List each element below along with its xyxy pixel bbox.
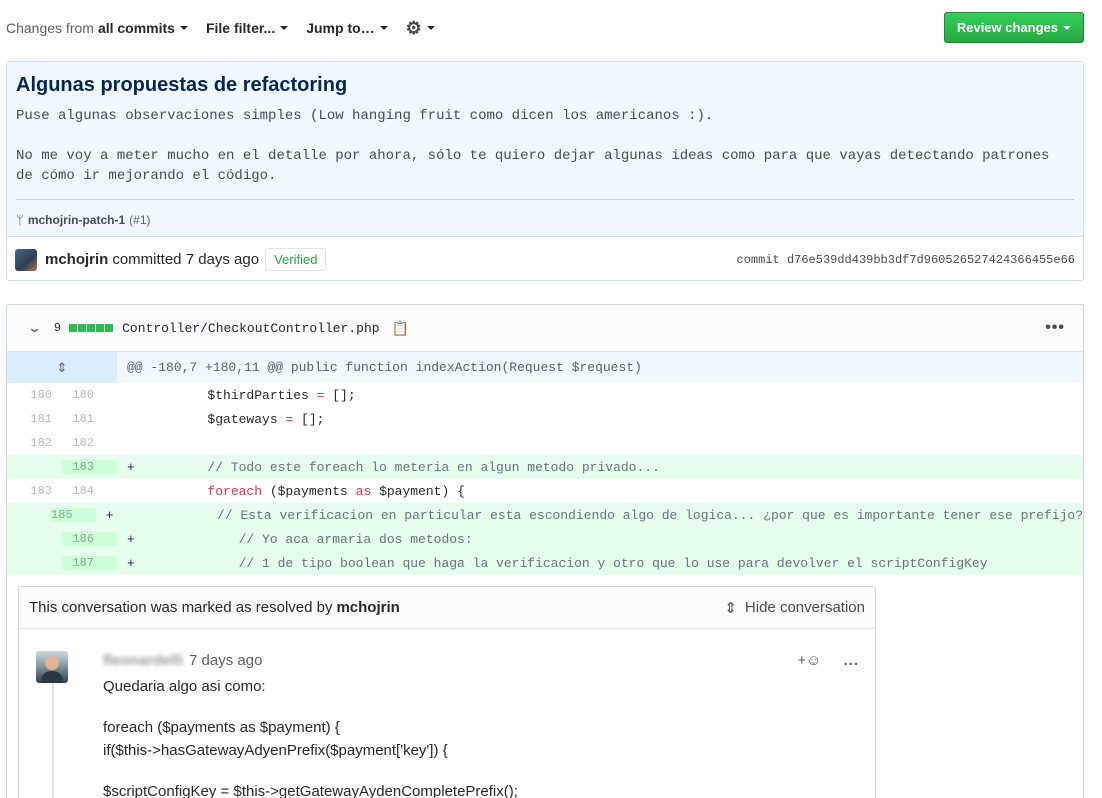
commit-meta: mchojrin committed 7 days ago Verified c…: [7, 236, 1083, 280]
diff-line: 183 + // Todo este foreach lo meteria en …: [7, 455, 1083, 479]
changes-from-value: all commits: [97, 20, 175, 36]
comment-meta: fleonardelli 7 days ago +☺ ...: [85, 649, 859, 671]
diff-line: 181 181 $gateways = [];: [7, 407, 1083, 431]
comment-paragraph: if($this->hasGatewayAdyenPrefix($payment…: [103, 742, 448, 759]
old-line-number[interactable]: 180: [7, 388, 62, 402]
unfold-icon: ⇕: [724, 599, 737, 617]
commit-header: Algunas propuestas de refactoring Puse a…: [7, 62, 1083, 236]
comment-menu-icon[interactable]: ...: [843, 652, 859, 669]
diffstat-count: 9: [53, 321, 62, 335]
comment-time-link[interactable]: 7 days ago: [189, 652, 262, 669]
conversation-header: This conversation was marked as resolved…: [19, 587, 875, 629]
review-changes-button[interactable]: Review changes: [943, 12, 1084, 43]
clipboard-icon[interactable]: 📋: [392, 320, 409, 337]
code-text: // Esta verificacion en particular esta …: [123, 507, 1083, 523]
resolved-by-user[interactable]: mchojrin: [336, 599, 399, 616]
new-line-number[interactable]: 185: [49, 508, 96, 522]
old-line-number[interactable]: 182: [7, 436, 62, 450]
diff-line: 180 180 $thirdParties = [];: [7, 383, 1083, 407]
comment-paragraph: $scriptConfigKey = $this->getGatewayAyde…: [103, 783, 518, 798]
jump-to-label: Jump to…: [306, 20, 375, 36]
new-line-number[interactable]: 183: [62, 460, 117, 474]
thread-line: [52, 681, 54, 798]
caret-down-icon: [1063, 25, 1071, 30]
diff-settings-dropdown[interactable]: ⚙: [406, 18, 435, 39]
file-path-link[interactable]: Controller/CheckoutController.php: [122, 321, 379, 336]
file-filter-dropdown[interactable]: File filter...: [205, 20, 289, 36]
hunk-header-text: @@ -180,7 +180,11 @@ public function ind…: [127, 360, 642, 375]
comment-paragraph: Quedaria algo asi como:: [103, 678, 266, 695]
resolved-text: This conversation was marked as resolved…: [29, 599, 333, 616]
code-text: // 1 de tipo boolean que haga la verific…: [145, 555, 988, 571]
caret-down-icon: [179, 26, 188, 30]
comment-paragraph: foreach ($payments as $payment) {: [103, 719, 340, 736]
commit-description-line: No me voy a meter mucho en el detalle po…: [16, 148, 1058, 184]
code-text: $thirdParties = [];: [145, 387, 356, 403]
new-line-number[interactable]: 180: [62, 388, 117, 402]
code-text: // Yo aca armaria dos metodos:: [145, 531, 473, 547]
commit-title: Algunas propuestas de refactoring: [16, 74, 348, 96]
pull-request-link[interactable]: (#1): [129, 213, 150, 227]
verified-badge[interactable]: Verified: [265, 248, 327, 271]
diff-line: 187 + // 1 de tipo boolean que haga la ve…: [7, 551, 1083, 575]
new-line-number[interactable]: 181: [62, 412, 117, 426]
avatar[interactable]: [36, 651, 68, 683]
more-options-icon[interactable]: •••: [1045, 319, 1065, 337]
new-line-number[interactable]: 186: [62, 532, 117, 546]
jump-to-dropdown[interactable]: Jump to…: [306, 20, 388, 36]
caret-down-icon: [280, 26, 289, 30]
add-reaction-icon[interactable]: +☺: [797, 652, 821, 669]
commit-description-line: Puse algunas observaciones simples (Low …: [16, 108, 714, 124]
code-text: // Todo este foreach lo meteria en algun…: [145, 459, 660, 475]
commit-sha: commit d76e539dd439bb3df7d96052652742436…: [736, 252, 1075, 267]
expand-icon[interactable]: ⇕: [7, 352, 117, 383]
avatar[interactable]: [15, 248, 37, 271]
diff-line: 185 + // Esta verificacion en particular …: [7, 503, 1083, 527]
caret-down-icon: [426, 26, 435, 30]
review-conversation: This conversation was marked as resolved…: [18, 586, 876, 798]
comment-author-link[interactable]: fleonardelli: [103, 652, 183, 669]
diffstat-bar: [69, 324, 114, 332]
gear-icon: ⚙: [405, 17, 422, 38]
new-line-number[interactable]: 184: [62, 484, 117, 498]
comment-body: Quedaria algo asi como: foreach ($paymen…: [103, 675, 859, 798]
old-line-number[interactable]: 181: [7, 412, 62, 426]
commit-time-text: committed 7 days ago: [112, 251, 260, 268]
changes-from-label: Changes from: [6, 20, 94, 36]
diff-sign: +: [105, 507, 114, 523]
diff-sign: +: [127, 459, 135, 475]
add-reaction-label: +: [797, 651, 807, 669]
commit-description: Puse algunas observaciones simples (Low …: [16, 106, 1074, 186]
old-line-number[interactable]: 183: [7, 484, 62, 498]
review-comment: fleonardelli 7 days ago +☺ ... Quedaria …: [19, 629, 875, 798]
diff-lines: 180 180 $thirdParties = []; 181 181 $gatewa…: [7, 383, 1083, 575]
file-header: ⌄ 9 Controller/CheckoutController.php 📋 …: [7, 305, 1083, 352]
new-line-number[interactable]: 187: [62, 556, 117, 570]
diff-line: 186 + // Yo aca armaria dos metodos:: [7, 527, 1083, 551]
code-text: foreach ($payments as $payment) {: [207, 483, 465, 499]
comment-actions: +☺ ...: [797, 652, 859, 669]
branch-row: ᛘ mchojrin-patch-1 (#1): [16, 200, 1074, 240]
hunk-header: ⇕ @@ -180,7 +180,11 @@ public function i…: [7, 352, 1083, 383]
commit-info-box: Algunas propuestas de refactoring Puse a…: [6, 61, 1084, 281]
hide-conversation-label: Hide conversation: [744, 599, 865, 616]
changes-from-dropdown[interactable]: Changes from all commits: [6, 20, 188, 36]
chevron-down-icon[interactable]: ⌄: [27, 320, 42, 336]
diff-sign: +: [127, 531, 135, 547]
caret-down-icon: [379, 26, 388, 30]
code-text: $gateways = [];: [145, 411, 325, 427]
commit-author-link[interactable]: mchojrin: [45, 251, 108, 268]
diff-toolbar: Changes from all commits File filter... …: [6, 12, 1084, 44]
hide-conversation-button[interactable]: ⇕ Hide conversation: [724, 599, 865, 617]
diff-line: 183 184 foreach ($payments as $payment) {: [7, 479, 1083, 503]
new-line-number[interactable]: 182: [62, 436, 117, 450]
branch-link[interactable]: mchojrin-patch-1: [28, 213, 125, 227]
diff-line: 182 182: [7, 431, 1083, 455]
file-filter-label: File filter...: [205, 20, 276, 36]
review-changes-label: Review changes: [956, 20, 1058, 35]
git-branch-icon: ᛘ: [16, 212, 24, 228]
diff-sign: +: [127, 555, 135, 571]
